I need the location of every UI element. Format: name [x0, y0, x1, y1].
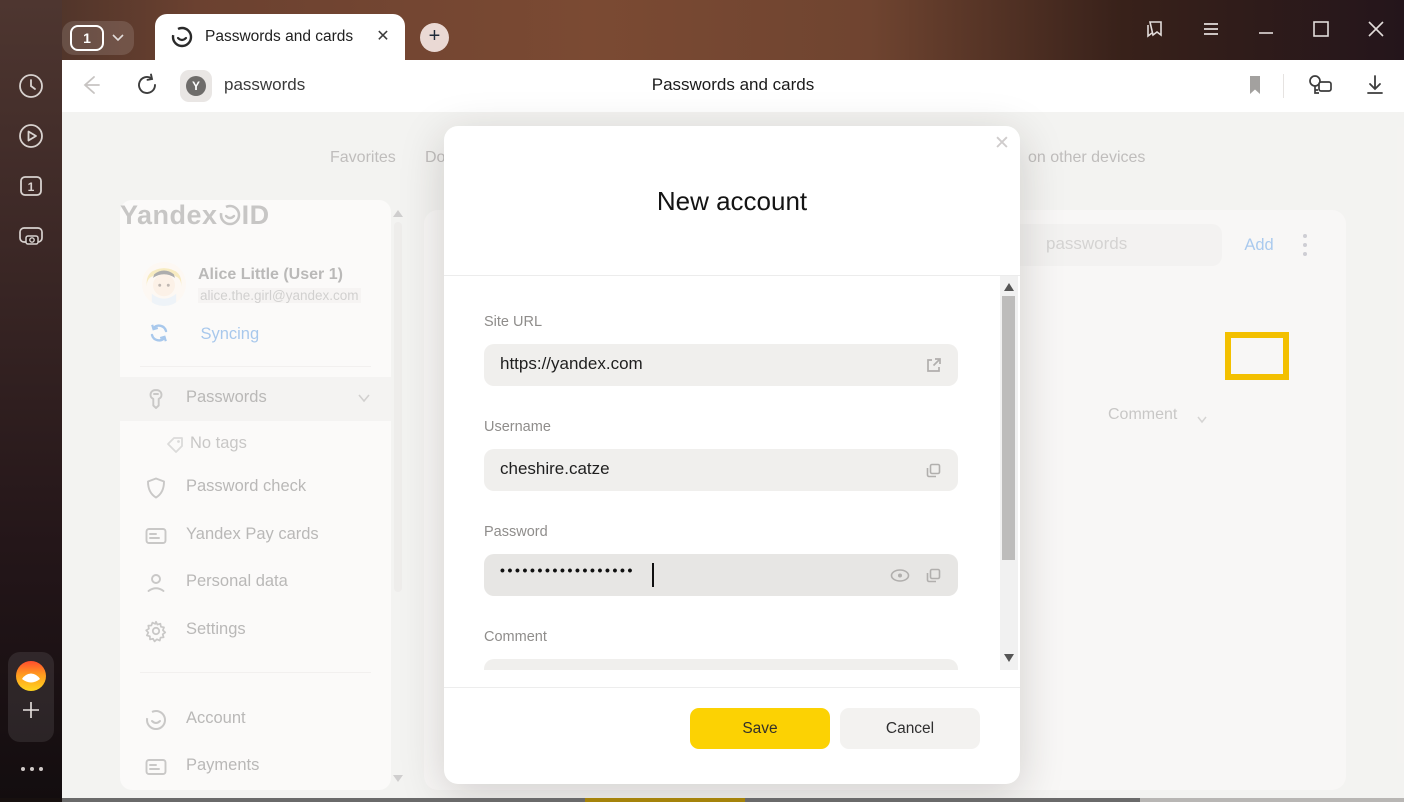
passwords-keycard-icon[interactable] [1304, 72, 1334, 98]
username-label: Username [484, 419, 551, 435]
yandex-browser-logo[interactable] [15, 660, 47, 692]
password-label: Password [484, 524, 548, 540]
text-caret [652, 563, 654, 587]
new-tab-button[interactable]: + [420, 23, 449, 52]
dialog-scroll-up-arrow[interactable] [1004, 283, 1014, 291]
add-button-highlight-box [1225, 332, 1289, 380]
video-play-icon[interactable] [17, 122, 45, 150]
new-account-dialog: ✕ New account Site URL https://yandex.co… [444, 126, 1020, 784]
password-input[interactable]: •••••••••••••••••• [484, 554, 958, 596]
side-panel-icon[interactable] [1142, 16, 1168, 42]
site-url-input[interactable]: https://yandex.com [484, 344, 958, 386]
taskbar-edge-dark [0, 798, 62, 802]
taskbar-edge-gold [585, 798, 745, 802]
window-close-button[interactable] [1363, 16, 1389, 42]
page-center-title: Passwords and cards [62, 75, 1404, 95]
save-button[interactable]: Save [690, 708, 830, 749]
dialog-close-icon[interactable]: ✕ [992, 134, 1012, 154]
menu-hamburger-icon[interactable] [1198, 16, 1224, 42]
comment-input[interactable] [484, 659, 958, 670]
site-url-value: https://yandex.com [500, 354, 643, 374]
comment-label: Comment [484, 629, 547, 645]
download-icon[interactable] [1362, 72, 1388, 98]
dialog-footer-divider [444, 687, 1020, 688]
more-options-dots-icon[interactable] [19, 765, 45, 773]
password-masked-value: •••••••••••••••••• [500, 562, 635, 578]
browser-tab[interactable]: Passwords and cards ✕ [155, 14, 405, 60]
window-maximize-button[interactable] [1308, 16, 1334, 42]
tabs-count-icon[interactable]: 1 [17, 172, 45, 200]
window-minimize-button[interactable] [1253, 16, 1279, 42]
yandex-id-favicon [170, 25, 194, 49]
dock-add-icon[interactable] [19, 698, 43, 722]
browser-dock-card [8, 652, 54, 742]
taskbar-edge-light [1140, 798, 1404, 802]
username-input[interactable]: cheshire.catze [484, 449, 958, 491]
tab-title: Passwords and cards [205, 28, 353, 46]
tab-count-badge: 1 [70, 25, 104, 51]
chevron-down-icon [112, 34, 124, 42]
copy-icon[interactable] [924, 566, 943, 585]
history-clock-icon[interactable] [17, 72, 45, 100]
site-url-label: Site URL [484, 314, 542, 330]
cancel-button[interactable]: Cancel [840, 708, 980, 749]
tab-group-pill[interactable]: 1 [62, 21, 134, 55]
tab-close-icon[interactable]: ✕ [373, 27, 393, 47]
copy-icon[interactable] [924, 461, 943, 480]
taskbar-edge-strip [0, 798, 1404, 802]
dialog-scrollbar-thumb[interactable] [1002, 296, 1015, 560]
show-password-eye-icon[interactable] [889, 566, 911, 585]
dialog-title: New account [444, 186, 1020, 217]
svg-text:1: 1 [28, 180, 35, 194]
toolbar-divider [1283, 74, 1284, 98]
address-toolbar: Y passwords Passwords and cards [62, 60, 1404, 112]
username-value: cheshire.catze [500, 459, 610, 479]
dialog-scroll-down-arrow[interactable] [1004, 654, 1014, 662]
bookmark-icon[interactable] [1242, 72, 1268, 98]
screenshot-camera-icon[interactable] [17, 222, 45, 250]
dialog-form-body: Site URL https://yandex.com Username che… [444, 276, 1020, 670]
open-external-link-icon[interactable] [924, 356, 943, 375]
